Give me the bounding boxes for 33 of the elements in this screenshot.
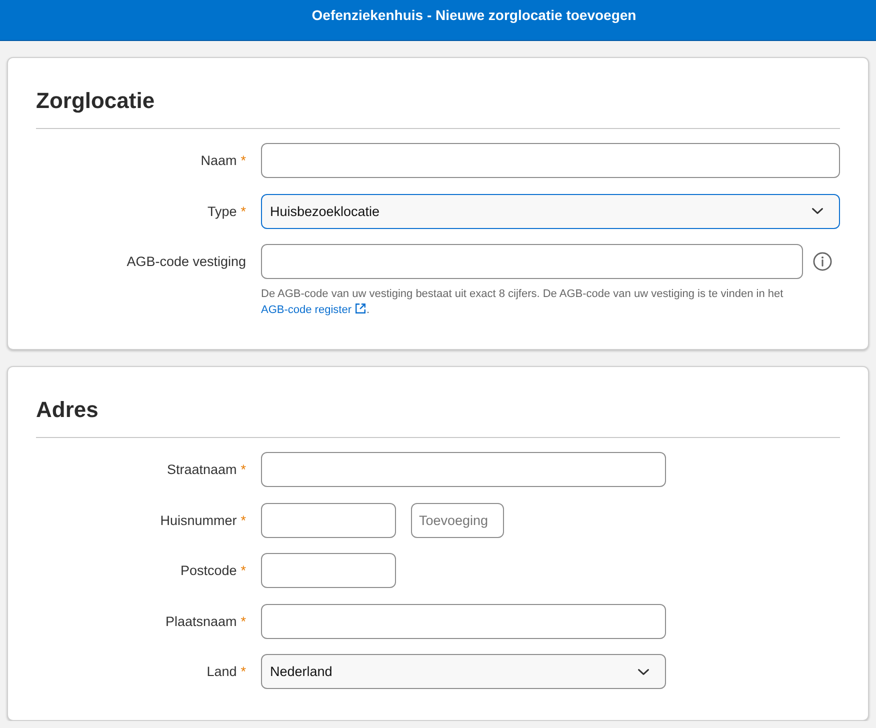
field-label: Huisnummer [160, 512, 237, 528]
required-marker: * [240, 204, 246, 218]
input-field[interactable] [261, 244, 803, 279]
input-field[interactable] [261, 452, 666, 487]
input-field[interactable]: Toevoeging [411, 502, 504, 538]
field-label: AGB-code vestiging [126, 254, 246, 269]
required-marker: * [240, 512, 246, 528]
chevron-down-icon [638, 668, 649, 674]
field-label: Land [206, 664, 237, 679]
external-link-icon [355, 303, 366, 314]
dropdown[interactable]: Huisbezoeklocatie [261, 194, 840, 228]
required-marker: * [240, 664, 246, 679]
info-icon[interactable] [813, 252, 832, 271]
section-heading: Zorglocatie [36, 88, 155, 114]
required-marker: * [240, 563, 246, 578]
required-marker: * [240, 614, 246, 628]
help-text: De AGB-code van uw vestiging bestaat uit exact 8 cijfers. De AGB-code van uw vestiging is te vinden in het AGB-code register . [261, 287, 784, 318]
field-label: Postcode [180, 563, 237, 578]
section-heading: Adres [36, 397, 98, 423]
input-field[interactable] [261, 553, 396, 588]
field-label: Type [207, 204, 237, 218]
chevron-down-icon [812, 208, 823, 214]
field-label: Plaatsnaam [165, 614, 237, 628]
required-marker: * [240, 462, 246, 477]
required-marker: * [240, 153, 246, 168]
input-field[interactable] [261, 502, 396, 538]
window-title: Oefenziekenhuis - Nieuwe zorglocatie toevoegen [312, 7, 636, 23]
dropdown[interactable]: Nederland [261, 654, 666, 689]
input-field[interactable] [261, 143, 840, 178]
field-label: Straatnaam [166, 462, 237, 477]
input-field[interactable] [261, 604, 666, 638]
field-label: Naam [200, 153, 237, 168]
register-link[interactable]: AGB-code register [261, 304, 366, 316]
